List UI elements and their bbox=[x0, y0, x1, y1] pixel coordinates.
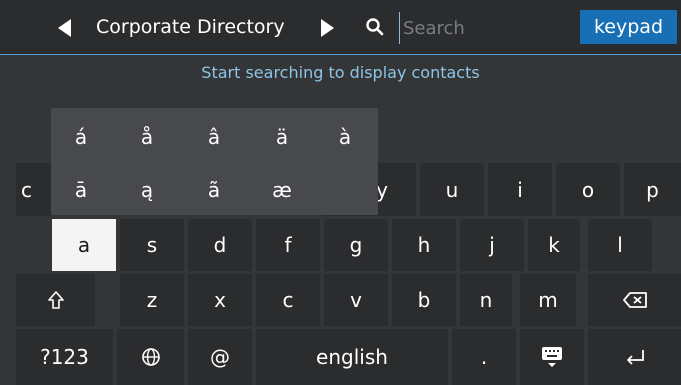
key-label: ?123 bbox=[40, 345, 89, 369]
previous-directory-button[interactable] bbox=[48, 0, 88, 55]
key-label: b bbox=[417, 288, 431, 312]
key-i[interactable]: i bbox=[488, 163, 552, 216]
space-key[interactable]: english bbox=[256, 329, 448, 385]
period-key[interactable]: . bbox=[452, 329, 516, 385]
key-label: a bbox=[77, 233, 91, 257]
header-bar: Corporate Directory keypad bbox=[0, 0, 681, 55]
keyboard-hide-icon bbox=[542, 347, 562, 367]
key-label: o bbox=[581, 177, 595, 202]
keypad-button[interactable]: keypad bbox=[580, 10, 677, 44]
key-label: c bbox=[21, 177, 32, 202]
key-o[interactable]: o bbox=[556, 163, 620, 216]
enter-icon bbox=[626, 350, 644, 365]
key-label: v bbox=[350, 288, 362, 312]
key-n[interactable]: n bbox=[460, 274, 512, 326]
backspace-icon bbox=[622, 292, 647, 308]
symbols-key[interactable]: ?123 bbox=[16, 329, 113, 385]
key-h[interactable]: h bbox=[392, 219, 456, 271]
accent-key-a-circumflex[interactable]: â bbox=[184, 112, 244, 162]
hide-keyboard-key[interactable] bbox=[520, 329, 584, 385]
key-label: s bbox=[146, 233, 158, 257]
accent-key-a-ring[interactable]: å bbox=[117, 112, 177, 162]
key-label: d bbox=[213, 233, 227, 257]
key-label: u bbox=[445, 177, 459, 202]
accent-popup: á å â ä à ā ą ã æ bbox=[51, 108, 378, 215]
globe-icon bbox=[141, 348, 160, 366]
accent-key-a-acute[interactable]: á bbox=[51, 112, 111, 162]
key-label: h bbox=[417, 233, 431, 257]
key-label: g bbox=[349, 233, 363, 257]
key-k[interactable]: k bbox=[528, 219, 580, 271]
key-p[interactable]: p bbox=[624, 163, 681, 216]
key-label: z bbox=[146, 288, 158, 312]
triangle-left-icon bbox=[58, 19, 71, 37]
key-label: n bbox=[479, 288, 493, 312]
backspace-key[interactable] bbox=[588, 274, 681, 326]
key-label: @ bbox=[210, 345, 230, 369]
directory-title: Corporate Directory bbox=[96, 16, 285, 38]
key-l[interactable]: l bbox=[588, 219, 652, 271]
accent-key-a-diaeresis[interactable]: ä bbox=[252, 112, 312, 162]
enter-key[interactable] bbox=[588, 329, 681, 385]
key-d[interactable]: d bbox=[188, 219, 252, 271]
search-icon bbox=[366, 18, 384, 36]
key-z[interactable]: z bbox=[120, 274, 184, 326]
search-hint: Start searching to display contacts bbox=[201, 63, 480, 82]
accent-key-a-tilde[interactable]: ã bbox=[184, 165, 244, 215]
key-label: l bbox=[617, 233, 623, 257]
accent-key-a-macron[interactable]: ā bbox=[51, 165, 111, 215]
accent-key-ae[interactable]: æ bbox=[252, 165, 312, 215]
next-directory-button[interactable] bbox=[311, 0, 351, 55]
key-label: j bbox=[489, 233, 495, 257]
search-input[interactable] bbox=[399, 12, 565, 44]
key-label: p bbox=[646, 177, 659, 202]
accent-key-a-ogonek[interactable]: ą bbox=[117, 165, 177, 215]
key-x[interactable]: x bbox=[188, 274, 252, 326]
key-v[interactable]: v bbox=[324, 274, 388, 326]
language-key[interactable] bbox=[117, 329, 184, 385]
triangle-right-icon bbox=[321, 19, 334, 37]
key-f[interactable]: f bbox=[256, 219, 320, 271]
key-label: k bbox=[548, 233, 560, 257]
key-s[interactable]: s bbox=[120, 219, 184, 271]
accent-key-a-grave[interactable]: à bbox=[315, 112, 375, 162]
key-label: f bbox=[284, 233, 292, 257]
key-label: . bbox=[480, 345, 488, 369]
key-label: m bbox=[538, 288, 558, 312]
key-c-partial[interactable]: c bbox=[16, 163, 52, 216]
key-b[interactable]: b bbox=[392, 274, 456, 326]
key-g[interactable]: g bbox=[324, 219, 388, 271]
key-label: english bbox=[316, 345, 388, 369]
key-label: x bbox=[214, 288, 226, 312]
key-label: c bbox=[282, 288, 294, 312]
key-j[interactable]: j bbox=[460, 219, 524, 271]
key-c[interactable]: c bbox=[256, 274, 320, 326]
key-a[interactable]: a bbox=[52, 219, 116, 271]
shift-key[interactable] bbox=[16, 274, 95, 326]
shift-icon bbox=[47, 291, 64, 309]
at-key[interactable]: @ bbox=[188, 329, 252, 385]
key-label: i bbox=[517, 177, 523, 202]
key-m[interactable]: m bbox=[520, 274, 576, 326]
key-u[interactable]: u bbox=[420, 163, 484, 216]
